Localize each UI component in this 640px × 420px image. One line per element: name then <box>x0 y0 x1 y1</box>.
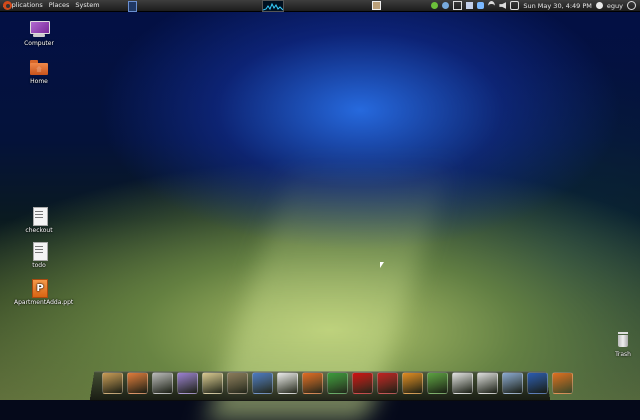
home-folder-icon <box>29 58 49 76</box>
desktop-icon-label: Home <box>30 78 48 85</box>
dock-items <box>102 372 573 396</box>
bluetooth-icon[interactable] <box>477 2 485 9</box>
display-icon[interactable] <box>453 1 463 10</box>
power-icon[interactable] <box>627 1 636 10</box>
desktop-icon-home[interactable]: Home <box>19 58 59 85</box>
settings-tool-icon[interactable] <box>502 372 523 394</box>
wifi-icon[interactable] <box>488 0 496 11</box>
window-list-icon[interactable] <box>372 1 382 10</box>
desktop-icon-label: Trash <box>615 351 631 358</box>
desktop-icon-label: checkout <box>25 227 53 234</box>
folder-icon[interactable] <box>127 372 148 394</box>
desktop-icon-checkout[interactable]: checkout <box>19 207 59 234</box>
volume-icon[interactable] <box>499 2 507 9</box>
opera-icon[interactable] <box>352 372 373 394</box>
powerpoint-icon[interactable] <box>552 372 573 394</box>
people-icon[interactable] <box>252 372 273 394</box>
mail-tray-icon[interactable] <box>466 2 474 9</box>
menu-system[interactable]: System <box>72 0 102 11</box>
text-file-icon <box>29 242 49 261</box>
user-name[interactable]: eguy <box>607 2 623 10</box>
ubuntu-logo-icon[interactable] <box>3 1 12 10</box>
system-tray: Sun May 30, 4:49 PM eguy <box>372 0 640 11</box>
notes-icon[interactable] <box>452 372 473 394</box>
text-file-icon <box>29 207 49 226</box>
mouse-cursor <box>380 262 384 268</box>
text-editor-icon[interactable] <box>277 372 298 394</box>
update-icon[interactable] <box>431 2 439 9</box>
desktop-icon-trash[interactable]: Trash <box>608 331 638 358</box>
mail-icon[interactable] <box>202 372 223 394</box>
pidgin-icon[interactable] <box>177 372 198 394</box>
network-manager-icon[interactable] <box>442 2 450 9</box>
desktop-icon-label: todo <box>32 262 46 269</box>
menu-places[interactable]: Places <box>46 0 73 11</box>
desktop-icon-label: ApartmentAdda.ppt <box>14 299 74 306</box>
firefox-icon[interactable] <box>302 372 323 394</box>
calendar-icon[interactable] <box>477 372 498 394</box>
system-monitor-icon[interactable] <box>262 0 284 12</box>
chrome-icon[interactable] <box>327 372 348 394</box>
terminal-icon[interactable] <box>527 372 548 394</box>
butterfly-icon[interactable] <box>402 372 423 394</box>
computer-icon <box>29 20 50 38</box>
archive-icon[interactable] <box>102 372 123 394</box>
desktop-icon-computer[interactable]: Computer <box>19 20 59 47</box>
desktop-icon-label: Computer <box>24 40 54 47</box>
filezilla-icon[interactable] <box>377 372 398 394</box>
screenshot-icon[interactable] <box>152 372 173 394</box>
top-panel: Applications Places System Sun May 30, 4… <box>0 0 640 12</box>
desktop-icon-apartmentadda[interactable]: P ApartmentAdda.ppt <box>14 279 74 306</box>
user-status-icon[interactable] <box>595 2 603 9</box>
presentation-file-icon: P <box>29 279 49 298</box>
calendar-tray-icon[interactable] <box>510 1 520 10</box>
gimp-icon[interactable] <box>227 372 248 394</box>
clock[interactable]: Sun May 30, 4:49 PM <box>523 2 592 10</box>
trash-icon <box>613 331 633 349</box>
launcher-icon[interactable] <box>128 1 137 12</box>
desktop-icon-todo[interactable]: todo <box>19 242 59 269</box>
scissors-icon[interactable] <box>427 372 448 394</box>
